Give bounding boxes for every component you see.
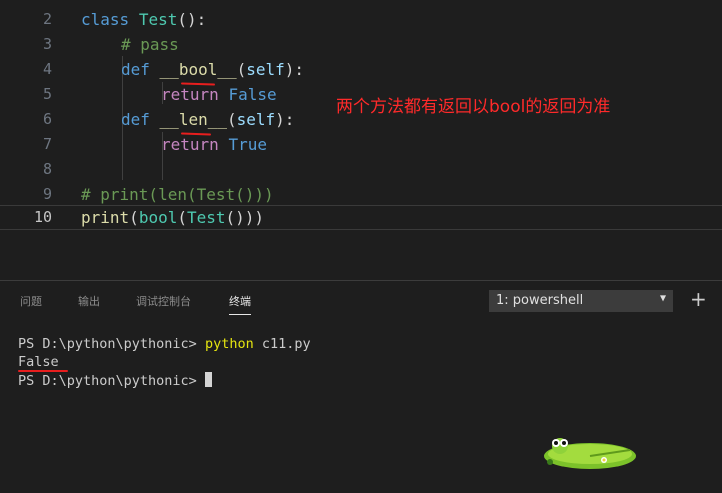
line-number: 4 bbox=[42, 60, 52, 78]
terminal-line: PS D:\python\pythonic> python c11.py bbox=[18, 336, 311, 352]
code-text: def __bool__(self): bbox=[121, 60, 305, 79]
code-text: # print(len(Test())) bbox=[81, 185, 274, 204]
terminal-output: False bbox=[18, 354, 59, 370]
line-number: 10 bbox=[33, 208, 52, 226]
line-number: 2 bbox=[42, 10, 52, 28]
tab-terminal[interactable]: 终端 bbox=[229, 293, 251, 315]
line-number: 8 bbox=[42, 160, 52, 178]
code-text: return False bbox=[161, 85, 277, 104]
chevron-down-icon: ▼ bbox=[659, 293, 666, 304]
code-line[interactable]: 3 # pass bbox=[0, 32, 722, 57]
code-text: # pass bbox=[121, 35, 179, 54]
line-number: 6 bbox=[42, 110, 52, 128]
code-editor[interactable]: 2 class Test(): 3 # pass 4 def __bool__(… bbox=[0, 0, 722, 280]
terminal-cursor bbox=[204, 372, 212, 387]
code-line[interactable]: 4 def __bool__(self): bbox=[0, 57, 722, 82]
plus-icon[interactable]: + bbox=[690, 287, 707, 311]
terminal-select-value: 1: powershell bbox=[496, 293, 584, 308]
annotation-text: 两个方法都有返回以bool的返回为准 bbox=[336, 97, 611, 117]
terminal-line[interactable]: PS D:\python\pythonic> bbox=[18, 372, 212, 389]
code-line[interactable]: 2 class Test(): bbox=[0, 7, 722, 32]
code-text: print(bool(Test())) bbox=[81, 208, 265, 227]
code-text: return True bbox=[161, 135, 267, 154]
code-line-current[interactable]: 10 print(bool(Test())) bbox=[0, 205, 722, 230]
code-line[interactable]: 7 return True bbox=[0, 132, 722, 157]
tab-debug-console[interactable]: 调试控制台 bbox=[136, 293, 191, 309]
code-line[interactable]: 8 bbox=[0, 157, 722, 182]
code-text: class Test(): bbox=[81, 10, 207, 29]
line-number: 5 bbox=[42, 85, 52, 103]
code-text: def __len__(self): bbox=[121, 110, 295, 129]
tab-problems[interactable]: 问题 bbox=[20, 293, 42, 309]
code-line[interactable]: 9 # print(len(Test())) bbox=[0, 182, 722, 207]
tab-output[interactable]: 输出 bbox=[78, 293, 100, 309]
frog-on-lily-pad-icon bbox=[544, 438, 636, 469]
line-number: 3 bbox=[42, 35, 52, 53]
panel-tabs: 问题 输出 调试控制台 终端 1: powershell ▼ + bbox=[0, 281, 722, 321]
terminal-select[interactable]: 1: powershell ▼ bbox=[489, 290, 673, 312]
line-number: 9 bbox=[42, 185, 52, 203]
line-number: 7 bbox=[42, 135, 52, 153]
